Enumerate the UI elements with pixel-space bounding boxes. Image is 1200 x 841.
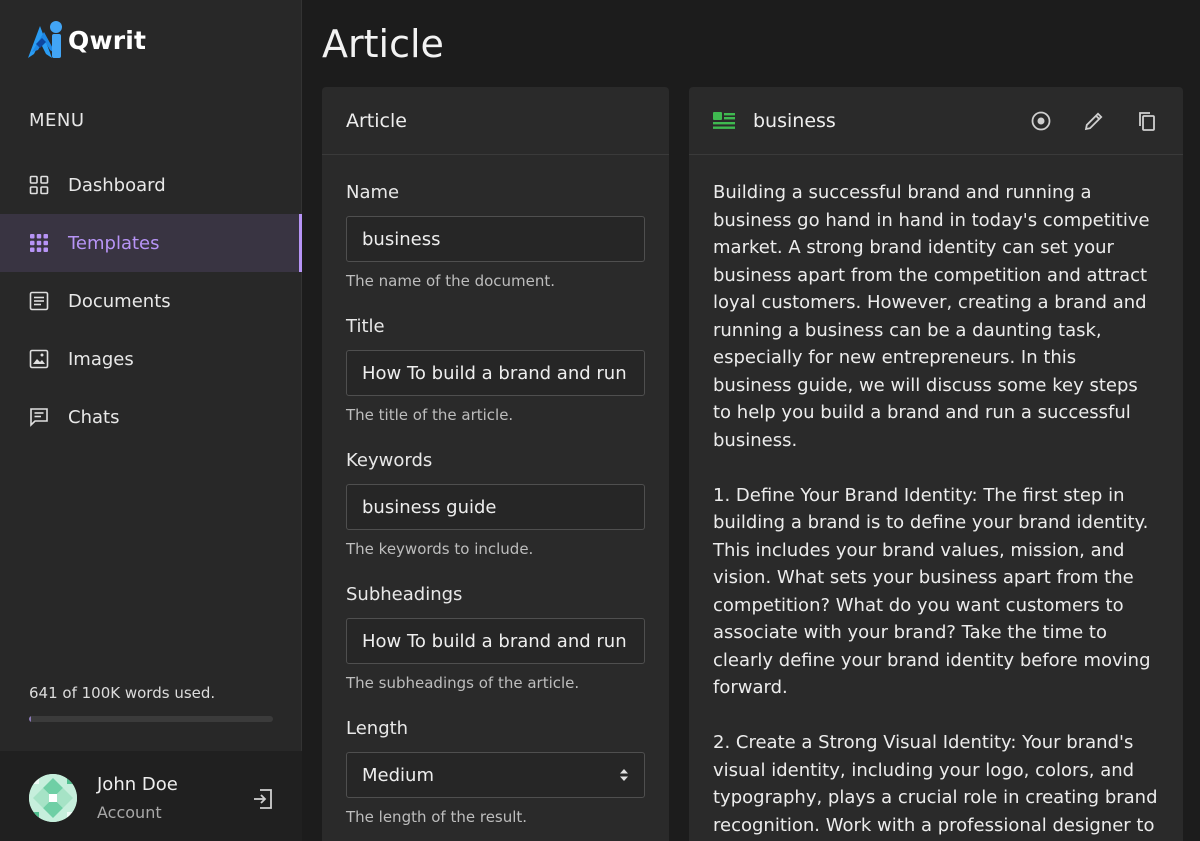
name-help: The name of the document. bbox=[346, 272, 556, 290]
dots-grid-icon bbox=[28, 232, 50, 254]
sidebar-item-images[interactable]: Images bbox=[0, 330, 302, 388]
article-icon bbox=[713, 111, 735, 131]
edit-icon[interactable] bbox=[1082, 109, 1106, 133]
sidebar-item-label: Images bbox=[68, 348, 134, 370]
subheadings-field-group: Subheadings How To build a brand and run… bbox=[346, 584, 645, 692]
dashboard-grid-icon bbox=[28, 174, 50, 196]
document-actions bbox=[1000, 109, 1183, 133]
sidebar-item-documents[interactable]: Documents bbox=[0, 272, 302, 330]
length-select-value: Medium bbox=[362, 764, 434, 786]
document-body[interactable]: Building a successful brand and running … bbox=[689, 155, 1183, 839]
account-section: John Doe Account bbox=[0, 751, 302, 841]
length-label: Length bbox=[346, 718, 409, 739]
logout-icon[interactable] bbox=[251, 787, 275, 811]
document-list-icon bbox=[28, 290, 50, 312]
name-field-group: Name business The name of the document. bbox=[346, 182, 645, 290]
image-icon bbox=[28, 348, 50, 370]
sidebar: Qwrit MENU Dashboard Templates Documents… bbox=[0, 0, 302, 841]
qwrit-logo-icon bbox=[26, 18, 66, 62]
app-logo[interactable]: Qwrit bbox=[26, 18, 146, 62]
length-help: The length of the result. bbox=[346, 808, 528, 826]
view-icon[interactable] bbox=[1029, 109, 1053, 133]
title-label: Title bbox=[346, 316, 385, 337]
chat-icon bbox=[28, 406, 50, 428]
sidebar-item-templates[interactable]: Templates bbox=[0, 214, 302, 272]
document-title: business bbox=[753, 109, 836, 132]
title-field-group: Title How To build a brand and run The t… bbox=[346, 316, 645, 424]
copy-icon[interactable] bbox=[1135, 109, 1159, 133]
sidebar-item-dashboard[interactable]: Dashboard bbox=[0, 156, 302, 214]
sidebar-item-label: Dashboard bbox=[68, 174, 166, 196]
user-name: John Doe bbox=[97, 774, 178, 795]
word-usage-text: 641 of 100K words used. bbox=[29, 684, 216, 702]
sidebar-item-label: Chats bbox=[68, 406, 120, 428]
document-panel: business Building a successful brand and… bbox=[689, 87, 1183, 841]
page-title: Article bbox=[322, 22, 444, 66]
keywords-field-group: Keywords business guide The keywords to … bbox=[346, 450, 645, 558]
subheadings-input[interactable]: How To build a brand and run bbox=[346, 618, 645, 664]
sidebar-nav: Dashboard Templates Documents Images Cha… bbox=[0, 156, 302, 446]
sidebar-item-label: Documents bbox=[68, 290, 171, 312]
document-paragraph: 2. Create a Strong Visual Identity: Your… bbox=[713, 732, 1158, 836]
article-form-panel: Article Name business The name of the do… bbox=[322, 87, 669, 841]
title-help: The title of the article. bbox=[346, 406, 514, 424]
subheadings-label: Subheadings bbox=[346, 584, 463, 605]
document-paragraph: 1. Define Your Brand Identity: The first… bbox=[713, 484, 1151, 699]
subheadings-help: The subheadings of the article. bbox=[346, 674, 580, 692]
keywords-help: The keywords to include. bbox=[346, 540, 534, 558]
form-panel-header: Article bbox=[322, 87, 669, 155]
app-name: Qwrit bbox=[68, 25, 147, 55]
length-select[interactable]: Medium bbox=[346, 752, 645, 798]
word-usage-bar bbox=[29, 716, 273, 722]
user-account-label: Account bbox=[97, 803, 162, 822]
name-label: Name bbox=[346, 182, 400, 203]
select-updown-icon bbox=[619, 768, 629, 782]
document-paragraph: Building a successful brand and running … bbox=[713, 182, 1150, 451]
word-usage-bar-fill bbox=[29, 716, 31, 722]
length-field-group: Length Medium The length of the result. bbox=[346, 718, 645, 826]
sidebar-item-chats[interactable]: Chats bbox=[0, 388, 302, 446]
sidebar-item-label: Templates bbox=[68, 232, 160, 254]
keywords-input[interactable]: business guide bbox=[346, 484, 645, 530]
menu-title: MENU bbox=[29, 110, 85, 131]
title-input[interactable]: How To build a brand and run bbox=[346, 350, 645, 396]
document-panel-header: business bbox=[689, 87, 1183, 155]
name-input[interactable]: business bbox=[346, 216, 645, 262]
avatar[interactable] bbox=[29, 774, 77, 822]
keywords-label: Keywords bbox=[346, 450, 433, 471]
